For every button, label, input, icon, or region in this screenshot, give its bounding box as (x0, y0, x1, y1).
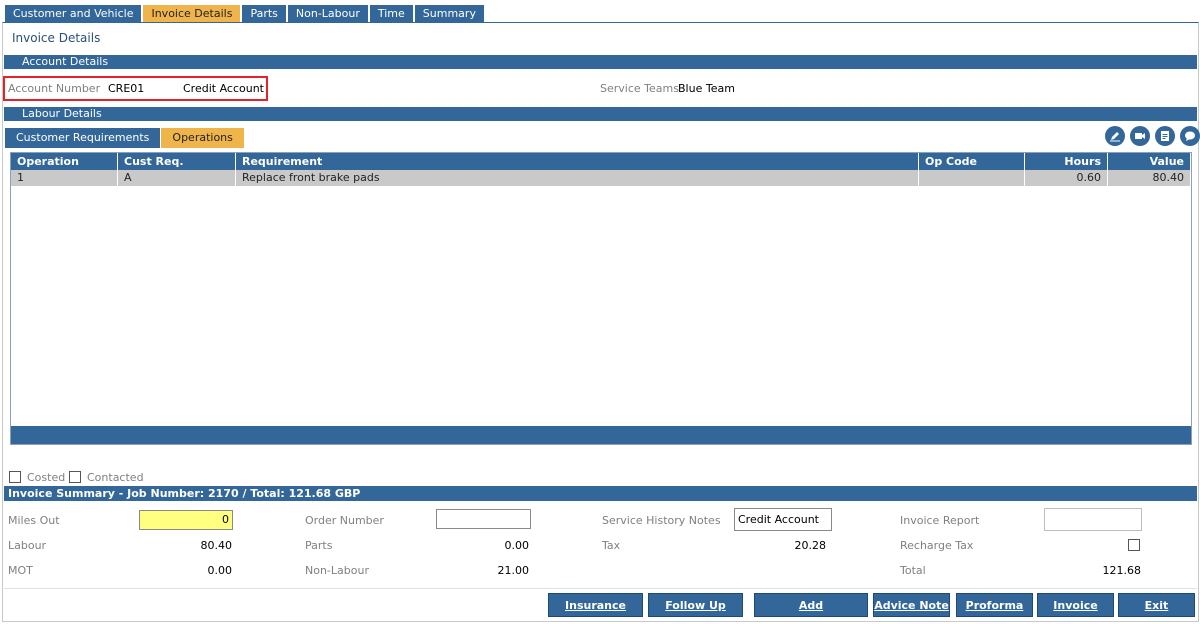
non-labour-value: 21.00 (497, 564, 530, 577)
recharge-tax-checkbox[interactable] (1128, 539, 1140, 551)
account-number-label: Account Number (8, 82, 101, 95)
non-labour-label: Non-Labour (305, 564, 369, 577)
account-details-header: Account Details (4, 55, 1197, 69)
tab-summary[interactable]: Summary (414, 5, 484, 23)
col-op-code[interactable]: Op Code (919, 153, 1025, 170)
cell-op-code (919, 170, 1025, 186)
document-icon[interactable] (1155, 126, 1175, 146)
grid-footer (11, 426, 1191, 444)
cell-value: 80.40 (1108, 170, 1191, 186)
contacted-label: Contacted (87, 471, 144, 484)
video-icon[interactable] (1130, 126, 1150, 146)
advice-note-button[interactable]: Advice Note (873, 593, 950, 617)
order-number-label: Order Number (305, 514, 384, 527)
tab-customer-requirements[interactable]: Customer Requirements (5, 128, 161, 148)
miles-out-label: Miles Out (8, 514, 60, 527)
tab-time[interactable]: Time (369, 5, 413, 23)
col-value[interactable]: Value (1108, 153, 1191, 170)
follow-up-button[interactable]: Follow Up (648, 593, 743, 617)
parts-label: Parts (305, 539, 333, 552)
costed-checkbox[interactable] (9, 471, 21, 483)
parts-value: 0.00 (504, 539, 530, 552)
costed-label: Costed (27, 471, 66, 484)
total-value: 121.68 (1102, 564, 1142, 577)
labour-label: Labour (8, 539, 47, 552)
contacted-checkbox[interactable] (69, 471, 81, 483)
chat-icon[interactable] (1180, 126, 1200, 146)
order-number-input[interactable] (436, 509, 531, 529)
page-title: Invoice Details (12, 31, 101, 45)
tax-label: Tax (602, 539, 621, 552)
divider (4, 588, 1197, 589)
table-row[interactable]: 1 A Replace front brake pads 0.60 80.40 (11, 170, 1191, 186)
insurance-excess-button[interactable]: Insurance Excess (548, 593, 643, 624)
tab-parts[interactable]: Parts (242, 5, 286, 23)
account-number-value: CRE01 (108, 82, 145, 95)
invoice-report-input[interactable] (1044, 508, 1142, 531)
col-operation[interactable]: Operation (11, 153, 118, 170)
service-history-notes-input[interactable]: Credit Account (734, 508, 832, 531)
proforma-button[interactable]: Proforma (956, 593, 1033, 617)
grid-header: Operation Cust Req. Requirement Op Code … (11, 153, 1191, 170)
labour-toolbar (1100, 126, 1200, 146)
cell-requirement: Replace front brake pads (236, 170, 919, 186)
service-team-value: Blue Team (678, 82, 735, 95)
labour-value: 80.40 (200, 539, 233, 552)
tab-operations[interactable]: Operations (161, 128, 244, 148)
mot-label: MOT (8, 564, 33, 577)
labour-details-header: Labour Details (4, 107, 1197, 121)
edit-icon[interactable] (1105, 126, 1125, 146)
tab-customer-and-vehicle[interactable]: Customer and Vehicle (5, 5, 142, 23)
mot-value: 0.00 (207, 564, 233, 577)
labour-tabs: Customer Requirements Operations (5, 128, 245, 148)
invoice-summary-header: Invoice Summary - Job Number: 2170 / Tot… (4, 486, 1197, 501)
cell-cust-req: A (118, 170, 236, 186)
col-hours[interactable]: Hours (1025, 153, 1108, 170)
col-requirement[interactable]: Requirement (236, 153, 919, 170)
recharge-tax-label: Recharge Tax (900, 539, 974, 552)
cell-operation: 1 (11, 170, 118, 186)
account-type-value: Credit Account (183, 82, 264, 95)
exit-button[interactable]: Exit (1118, 593, 1195, 617)
cell-hours: 0.60 (1025, 170, 1108, 186)
miles-out-input[interactable]: 0 (139, 510, 233, 530)
add-button[interactable]: Add (754, 593, 868, 617)
tab-invoice-details[interactable]: Invoice Details (143, 5, 241, 23)
operations-grid: Operation Cust Req. Requirement Op Code … (10, 152, 1192, 445)
invoice-button[interactable]: Invoice (1037, 593, 1114, 617)
tax-value: 20.28 (794, 539, 827, 552)
invoice-report-label: Invoice Report (900, 514, 980, 527)
service-teams-label: Service Teams (600, 82, 679, 95)
col-cust-req[interactable]: Cust Req. (118, 153, 236, 170)
tab-non-labour[interactable]: Non-Labour (287, 5, 368, 23)
service-history-notes-label: Service History Notes (602, 514, 721, 527)
main-tabs: Customer and Vehicle Invoice Details Par… (5, 5, 486, 23)
total-label: Total (900, 564, 926, 577)
